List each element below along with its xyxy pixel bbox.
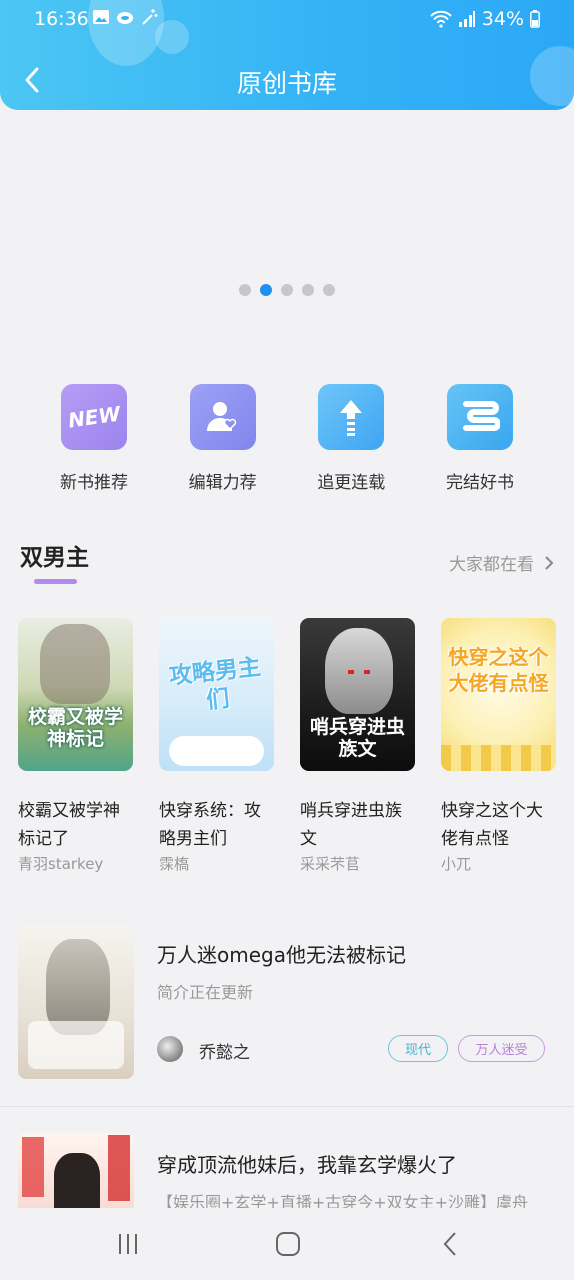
finished-book-icon [446, 384, 513, 450]
system-back-icon [443, 1232, 456, 1256]
category-label: 编辑力荐 [188, 473, 257, 493]
book-cover [18, 1133, 134, 1208]
book-card[interactable]: 攻略男主们 快穿系统：攻略男主们 霂槗 [159, 618, 274, 874]
see-more-label: 大家都在看 [449, 555, 534, 575]
new-icon: NEW [61, 384, 127, 450]
book-author: 乔懿之 [199, 1043, 250, 1063]
tag-badge: 现代 [388, 1035, 448, 1062]
avatar [157, 1036, 183, 1062]
system-status: 34% [430, 8, 540, 30]
battery-percent: 34% [481, 8, 524, 30]
banner-dot[interactable] [302, 284, 314, 296]
section-underline [34, 579, 77, 584]
gallery-icon [93, 10, 109, 24]
banner-dot[interactable] [281, 284, 293, 296]
section-title: 双男主 [20, 545, 89, 571]
magic-wand-icon [142, 9, 158, 25]
battery-icon [530, 10, 540, 28]
book-cover: 快穿之这个大佬有点怪 [441, 618, 556, 771]
status-bar: 16:36 34% [0, 0, 574, 38]
category-row: NEW 新书推荐 编辑力荐 追更连载 完结好书 [30, 384, 544, 493]
editor-icon [189, 384, 256, 450]
category-new-books[interactable]: NEW 新书推荐 [30, 384, 158, 493]
book-desc: 简介正在更新 [157, 983, 254, 1002]
update-arrow-icon [318, 384, 385, 450]
book-card[interactable]: 校霸又被学神标记 校霸又被学神标记了 青羽starkey [18, 618, 133, 874]
list-item[interactable]: 穿成顶流他妹后，我靠玄学爆火了 【娱乐圈+玄学+直播+古穿今+双女主+沙雕】虞舟 [0, 1133, 574, 1212]
see-more-link[interactable]: 大家都在看 [449, 550, 554, 575]
banner-indicator [0, 284, 574, 296]
category-finished[interactable]: 完结好书 [416, 384, 544, 493]
book-cover: 攻略男主们 [159, 618, 274, 771]
app-header: 16:36 34% 原创书库 [0, 0, 574, 110]
book-card[interactable]: 快穿之这个大佬有点怪 快穿之这个大佬有点怪 小兀 [441, 618, 556, 874]
recent-apps-button[interactable] [108, 1228, 148, 1260]
signal-icon [458, 11, 475, 27]
book-title: 万人迷omega他无法被标记 [157, 943, 406, 967]
category-editor-picks[interactable]: 编辑力荐 [159, 384, 287, 493]
book-title: 快穿系统：攻略男主们 [159, 801, 261, 847]
book-author: 小兀 [441, 855, 472, 873]
home-button[interactable] [268, 1228, 308, 1260]
tag-badge: 万人迷受 [458, 1035, 545, 1062]
book-title: 哨兵穿进虫族文 [300, 801, 402, 847]
wifi-icon [430, 10, 452, 28]
cloud-icon [117, 12, 133, 24]
recent-apps-icon [119, 1234, 137, 1254]
book-title: 校霸又被学神标记了 [18, 801, 120, 847]
book-author: 采采芣苢 [300, 855, 361, 873]
book-cover: 哨兵穿进虫族文 [300, 618, 415, 771]
banner-dot[interactable] [260, 284, 272, 296]
book-grid: 校霸又被学神标记 校霸又被学神标记了 青羽starkey 攻略男主们 快穿系统：… [18, 618, 556, 874]
banner-dot[interactable] [323, 284, 335, 296]
category-label: 追更连载 [317, 473, 386, 493]
category-ongoing[interactable]: 追更连载 [287, 384, 415, 493]
page-title: 原创书库 [236, 69, 337, 98]
book-card[interactable]: 哨兵穿进虫族文 哨兵穿进虫族文 采采芣苢 [300, 618, 415, 874]
status-time: 16:36 [34, 8, 89, 30]
system-back-button[interactable] [430, 1228, 470, 1260]
divider [0, 1106, 574, 1107]
list-item[interactable]: 万人迷omega他无法被标记 简介正在更新 乔懿之 现代 万人迷受 [0, 924, 574, 1084]
notification-icons [92, 8, 158, 26]
system-nav-bar [0, 1208, 574, 1280]
book-author: 霂槗 [159, 855, 190, 873]
book-author: 青羽starkey [18, 855, 104, 873]
category-label: 新书推荐 [60, 473, 128, 493]
book-title: 快穿之这个大佬有点怪 [441, 801, 543, 847]
book-title: 穿成顶流他妹后，我靠玄学爆火了 [157, 1153, 457, 1177]
chevron-right-icon [545, 555, 554, 570]
banner-dot[interactable] [239, 284, 251, 296]
category-label: 完结好书 [445, 473, 514, 493]
book-cover: 校霸又被学神标记 [18, 618, 133, 771]
book-cover [18, 925, 134, 1079]
home-icon [276, 1232, 300, 1256]
